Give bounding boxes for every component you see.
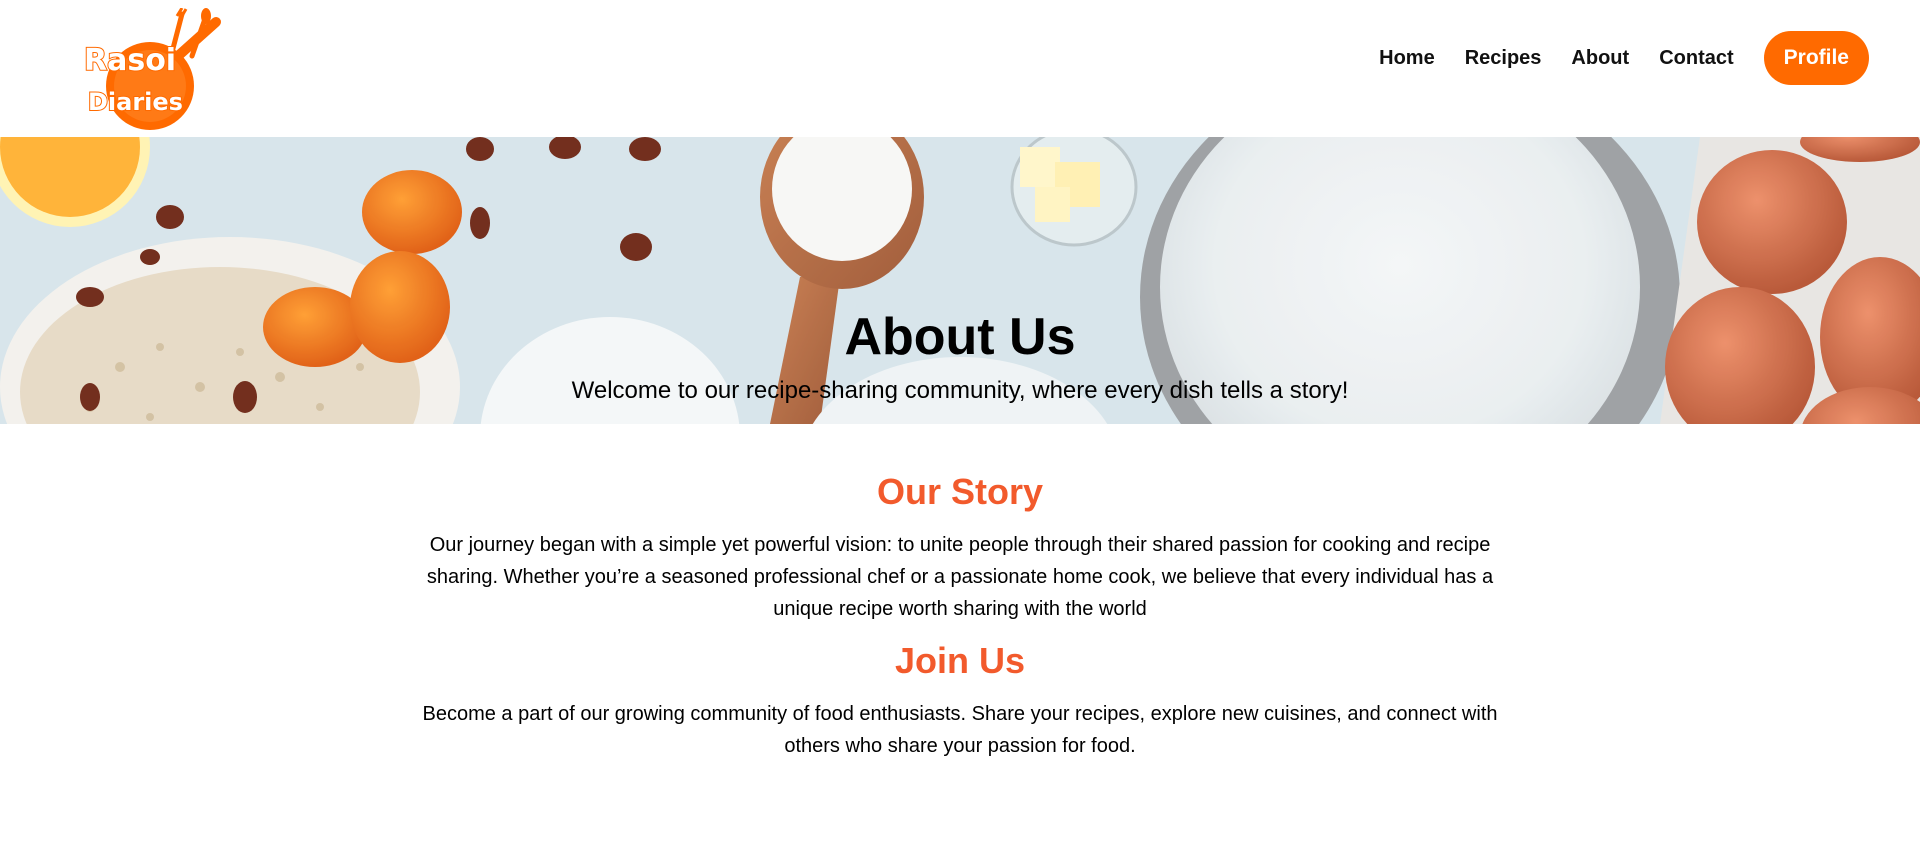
our-story-text: Our journey began with a simple yet powe… — [426, 534, 1494, 620]
nav-recipes[interactable]: Recipes — [1465, 47, 1542, 70]
join-us-heading: Join Us — [894, 640, 1026, 681]
rasoi-diaries-logo[interactable]: Rasoi Diaries — [78, 8, 238, 132]
logo-graphic: Rasoi Diaries — [83, 8, 221, 130]
profile-button[interactable]: Profile — [1763, 31, 1869, 85]
about-content: Our Story Our journey began with a simpl… — [0, 424, 1920, 762]
nav-contact[interactable]: Contact — [1659, 47, 1733, 70]
join-us-text: Become a part of our growing community o… — [422, 703, 1498, 757]
hero-subtitle: Welcome to our recipe-sharing community,… — [571, 377, 1349, 404]
logo-text-line1: Rasoi — [84, 43, 176, 78]
site-header: Rasoi Diaries Home Recipes About Contact… — [0, 0, 1920, 137]
main-nav: Home Recipes About Contact Profile — [1379, 31, 1869, 85]
hero-banner: About Us Welcome to our recipe-sharing c… — [0, 137, 1920, 424]
our-story-heading: Our Story — [876, 471, 1044, 512]
nav-home[interactable]: Home — [1379, 47, 1435, 70]
page-title: About Us — [844, 308, 1076, 366]
logo-text-line2: Diaries — [88, 88, 183, 116]
nav-about[interactable]: About — [1571, 47, 1629, 70]
